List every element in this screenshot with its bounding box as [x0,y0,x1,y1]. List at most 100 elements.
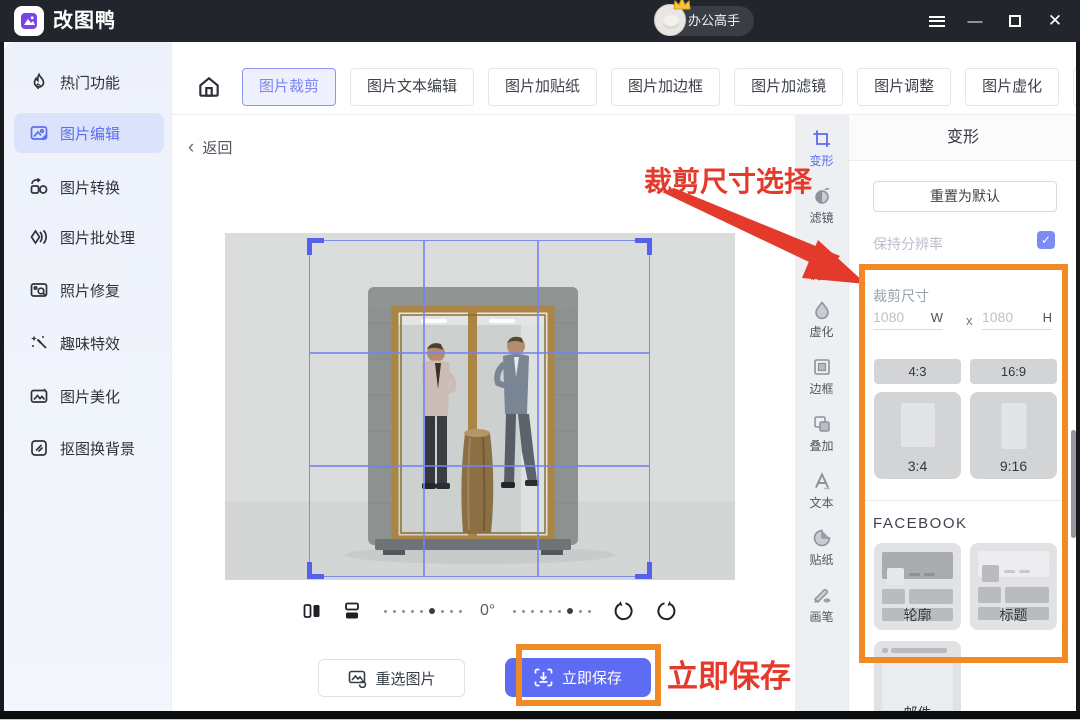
sidebar-item-photo-repair[interactable]: 照片修复 [14,270,164,310]
title-bar: 改图鸭 办公高手 — ✕ [0,0,1080,42]
tab-image-sticker[interactable]: 图片加贴纸 [488,68,597,106]
flame-icon [29,72,49,92]
rail-item-brush[interactable]: 画笔 [795,579,848,631]
rotate-cw-button[interactable] [655,600,677,622]
back-button[interactable]: 返回 [188,137,232,159]
sidebar-item-cutout-background[interactable]: 抠图换背景 [14,428,164,468]
tab-image-blur[interactable]: 图片虚化 [965,68,1059,106]
crop-icon [812,129,832,149]
magic-wand-icon [29,333,49,353]
rail-item-text[interactable]: 文本 [795,465,848,517]
crop-grid-line [310,352,649,354]
sidebar-item-image-beautify[interactable]: 图片美化 [14,376,164,416]
text-icon [812,471,832,491]
adjust-icon [812,243,832,263]
app-logo-icon [19,11,39,31]
facebook-profile-card[interactable]: 轮廓 [874,543,961,630]
crop-handle-top-left[interactable] [307,238,324,255]
save-now-button[interactable]: 立即保存 [505,658,651,697]
cutout-icon [29,438,49,458]
rotate-ccw-icon [613,600,635,622]
reselect-image-icon [347,668,367,688]
photo-repair-icon [29,280,49,300]
panel-title: 变形 [849,115,1077,161]
ratio-9-16-preview [1001,403,1026,449]
minimize-button[interactable]: — [960,0,990,42]
rotate-ccw-button[interactable] [613,600,635,622]
rail-item-filter[interactable]: 滤镜 [795,180,848,232]
window-border-left [0,42,4,720]
transform-panel: 变形 重置为默认 保持分辨率 ✓ 裁剪尺寸 1080 W x 1080 H 4:… [848,115,1076,712]
rotation-controls: 0° [292,597,712,625]
sticker-icon [812,528,832,548]
crop-height-input[interactable]: 1080 H [982,309,1052,330]
rotation-slider-left[interactable] [384,608,462,614]
crop-size-separator: x [966,313,973,328]
crop-grid-line [537,241,539,576]
image-edit-icon [29,123,49,143]
crown-icon [672,0,692,11]
facebook-section-header: FACEBOOK [873,515,968,532]
facebook-title-card[interactable]: 标题 [970,543,1057,630]
tool-tab-bar: 图片裁剪 图片文本编辑 图片加贴纸 图片加边框 图片加滤镜 图片调整 图片虚化 [172,42,1080,115]
keep-resolution-label: 保持分辨率 [873,234,943,254]
rotation-value: 0° [480,602,495,620]
sidebar-item-image-edit[interactable]: 图片编辑 [14,113,164,153]
sidebar: 热门功能 图片编辑 图片转换 图片批处理 照片修复 [4,42,172,712]
tab-image-filter[interactable]: 图片加滤镜 [734,68,843,106]
crop-width-input[interactable]: 1080 W [873,309,943,330]
rail-item-border[interactable]: 边框 [795,351,848,403]
frame-icon [812,357,832,377]
tab-list: 图片裁剪 图片文本编辑 图片加贴纸 图片加边框 图片加滤镜 图片调整 图片虚化 [242,68,1080,106]
sidebar-item-hot-features[interactable]: 热门功能 [14,62,164,102]
crop-handle-bottom-left[interactable] [307,562,324,579]
sidebar-item-batch-process[interactable]: 图片批处理 [14,217,164,257]
flip-horizontal-button[interactable] [302,601,322,621]
crop-size-label: 裁剪尺寸 [873,286,929,306]
panel-divider [861,500,1065,501]
tab-image-border[interactable]: 图片加边框 [611,68,720,106]
home-button[interactable] [193,71,225,103]
reset-default-button[interactable]: 重置为默认 [873,181,1057,212]
rail-item-blur[interactable]: 虚化 [795,294,848,346]
rail-item-overlay[interactable]: 叠加 [795,408,848,460]
right-tool-rail: 变形 滤镜 调整 虚化 边框 叠加 [795,115,848,712]
crop-grid-line [310,465,649,467]
rail-item-adjust[interactable]: 调整 [795,237,848,289]
beautify-icon [29,386,49,406]
rail-item-sticker[interactable]: 贴纸 [795,522,848,574]
ratio-3-4-preview [901,403,935,447]
sidebar-item-fun-effects[interactable]: 趣味特效 [14,323,164,363]
overlay-icon [812,414,832,434]
rotate-cw-icon [655,600,677,622]
close-button[interactable]: ✕ [1040,0,1070,42]
tab-image-text-edit[interactable]: 图片文本编辑 [350,68,474,106]
filter-icon [812,186,832,206]
ratio-3-4-card[interactable]: 3:4 [874,392,961,479]
brush-icon [812,585,832,605]
tab-image-crop[interactable]: 图片裁剪 [242,68,336,106]
maximize-button[interactable] [1000,0,1030,42]
rotation-slider-right[interactable] [513,608,591,614]
reselect-image-button[interactable]: 重选图片 [318,659,465,697]
home-icon [196,74,222,100]
sidebar-item-image-convert[interactable]: 图片转换 [14,167,164,207]
flip-vertical-button[interactable] [342,601,362,621]
menu-icon[interactable] [922,0,952,42]
keep-resolution-checkbox[interactable]: ✓ [1037,231,1055,249]
rail-item-transform[interactable]: 变形 [795,123,848,175]
facebook-mail-card[interactable]: 邮件 [874,641,961,720]
ratio-4-3-button[interactable]: 4:3 [874,359,961,384]
crop-overlay[interactable] [309,240,650,577]
crop-handle-top-right[interactable] [635,238,652,255]
app-logo [14,6,44,36]
batch-icon [29,227,49,247]
flip-horizontal-icon [302,601,322,621]
ratio-9-16-card[interactable]: 9:16 [970,392,1057,479]
tab-image-adjust[interactable]: 图片调整 [857,68,951,106]
crop-handle-bottom-right[interactable] [635,562,652,579]
blur-icon [812,300,832,320]
window-border-bottom [0,711,1080,719]
crop-grid-line [423,241,425,576]
ratio-16-9-button[interactable]: 16:9 [970,359,1057,384]
